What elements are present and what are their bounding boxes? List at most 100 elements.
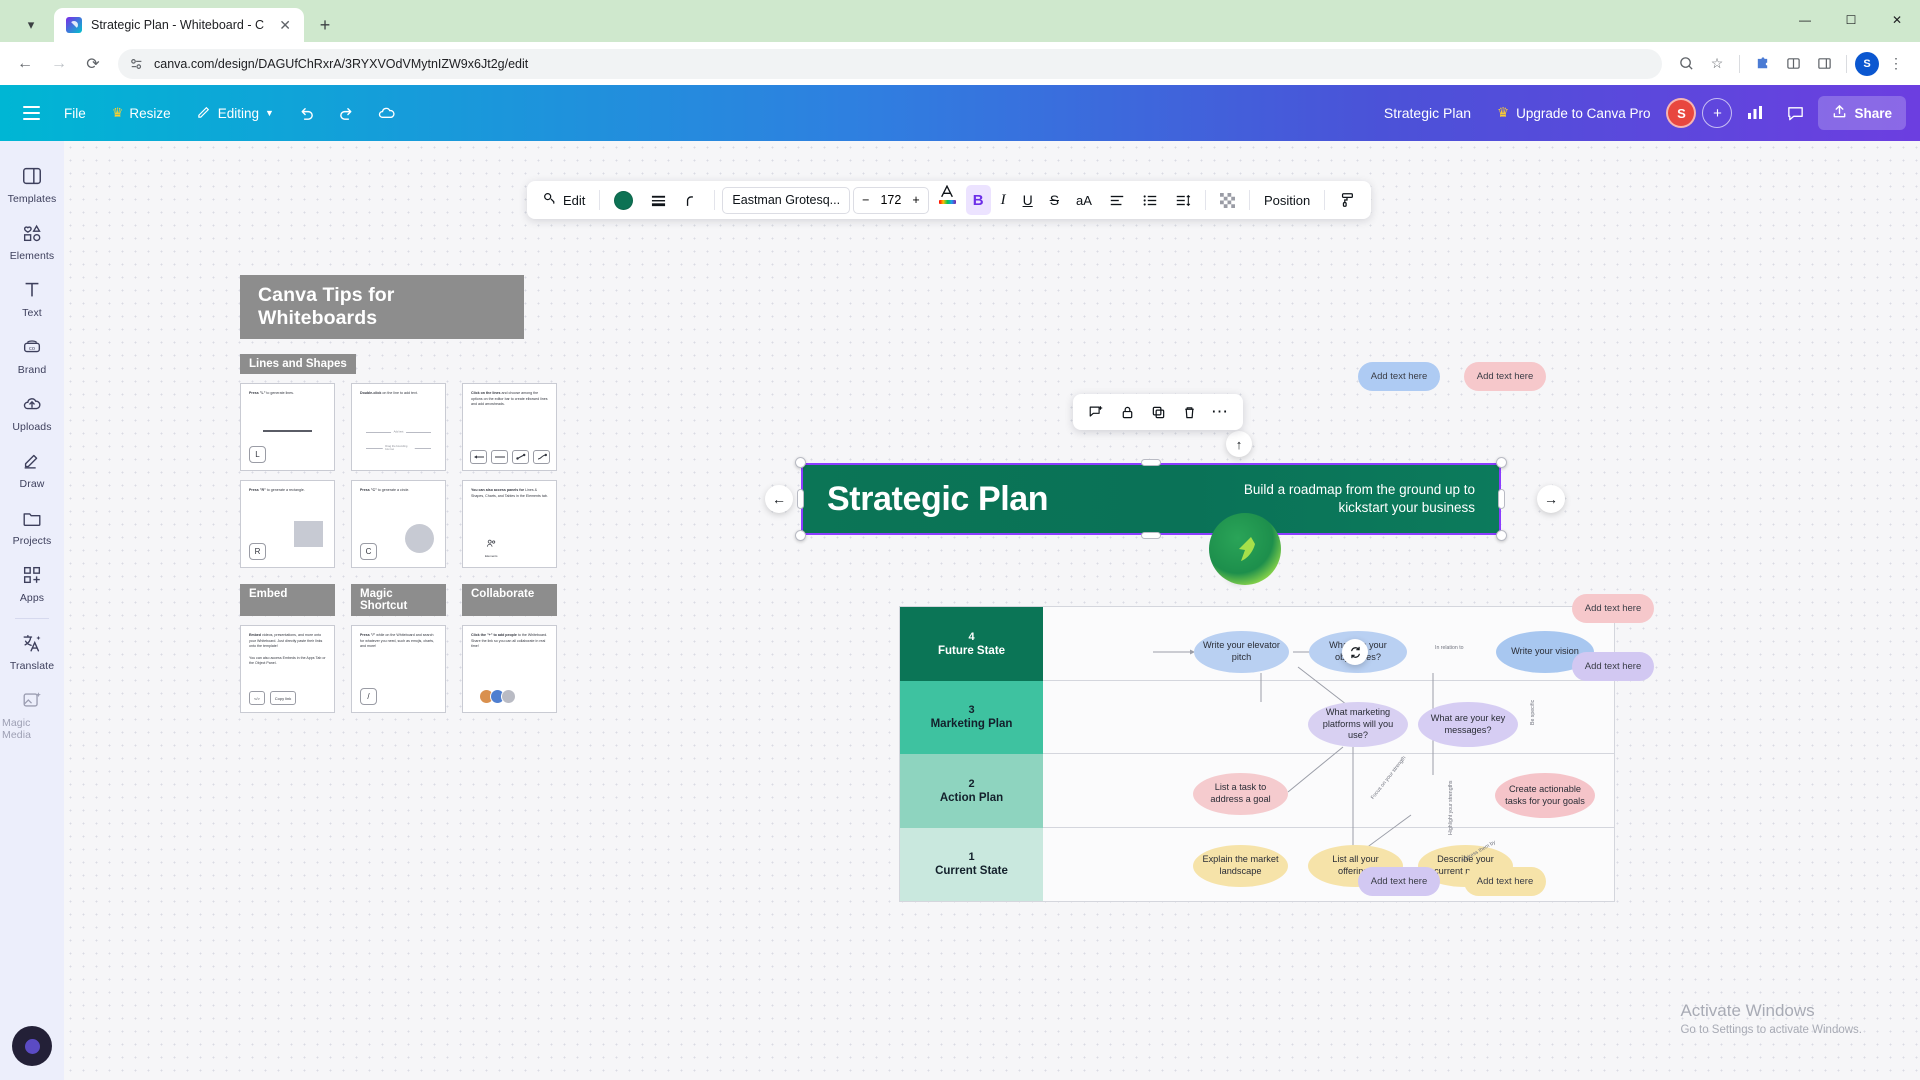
sticky-note[interactable]: Add text here bbox=[1464, 362, 1546, 391]
redo-icon[interactable] bbox=[330, 96, 364, 130]
upgrade-button[interactable]: ♛ Upgrade to Canva Pro bbox=[1487, 97, 1660, 129]
document-title[interactable]: Strategic Plan bbox=[1374, 105, 1481, 121]
diagram-node[interactable]: List a task to address a goal bbox=[1193, 773, 1288, 815]
sidebar-item-projects[interactable]: Projects bbox=[2, 497, 62, 554]
bookmark-star-icon[interactable]: ☆ bbox=[1703, 50, 1731, 78]
tip-card[interactable]: Click on the lines and choose among the … bbox=[462, 383, 557, 471]
extension-puzzle-icon[interactable] bbox=[1748, 50, 1776, 78]
font-color-button[interactable] bbox=[932, 185, 963, 215]
diagram-node[interactable]: Create actionable tasks for your goals bbox=[1495, 773, 1595, 818]
tip-card[interactable]: Press "/" while on the Whiteboard and se… bbox=[351, 625, 446, 713]
embed-code-button[interactable]: </> bbox=[249, 691, 265, 705]
minimize-button[interactable]: — bbox=[1782, 4, 1828, 36]
list-button[interactable] bbox=[1135, 185, 1165, 215]
corner-radius-button[interactable] bbox=[677, 185, 707, 215]
resize-handle-top-left[interactable] bbox=[795, 457, 806, 468]
copy-link-button[interactable]: Copy link bbox=[269, 691, 297, 705]
resize-handle-right[interactable] bbox=[1498, 489, 1505, 509]
font-size-stepper[interactable]: − 172 + bbox=[853, 186, 929, 214]
canva-tips-frame[interactable]: Canva Tips for Whiteboards Lines and Sha… bbox=[240, 275, 580, 713]
curve-line-icon[interactable] bbox=[533, 450, 550, 464]
strikethrough-button[interactable]: S bbox=[1043, 185, 1066, 215]
sticky-note[interactable]: Add text here bbox=[1358, 867, 1440, 896]
arrow-line-icon[interactable] bbox=[470, 450, 487, 464]
rotate-handle-button[interactable] bbox=[1342, 639, 1368, 665]
chrome-menu-icon[interactable]: ⋮ bbox=[1882, 50, 1910, 78]
canvas[interactable]: Edit Eastman Grotesq... − 172 + B I U S … bbox=[64, 141, 1920, 1080]
tip-card[interactable]: You can also access panels for Lines & S… bbox=[462, 480, 557, 568]
editing-mode-button[interactable]: Editing ▼ bbox=[187, 97, 284, 129]
browser-tab[interactable]: Strategic Plan - Whiteboard - C ✕ bbox=[54, 8, 304, 42]
diagram-node[interactable]: Write your elevator pitch bbox=[1194, 631, 1289, 673]
user-avatar[interactable]: S bbox=[1666, 98, 1697, 128]
file-menu-button[interactable]: File bbox=[54, 97, 96, 129]
share-button[interactable]: Share bbox=[1818, 96, 1906, 130]
italic-button[interactable]: I bbox=[994, 185, 1013, 215]
resize-handle-left[interactable] bbox=[797, 489, 804, 509]
diagram-node[interactable]: Explain the market landscape bbox=[1193, 845, 1288, 887]
new-tab-button[interactable]: + bbox=[310, 10, 340, 40]
strategic-plan-matrix[interactable]: 4 Future State 3 Marketing Plan 2 Action… bbox=[899, 606, 1615, 902]
paint-roller-icon[interactable] bbox=[1332, 185, 1362, 215]
line-style-button[interactable] bbox=[643, 185, 674, 215]
edit-button[interactable]: Edit bbox=[536, 185, 592, 215]
more-options-icon[interactable]: ⋯ bbox=[1206, 398, 1234, 426]
sidebar-item-apps[interactable]: Apps bbox=[2, 554, 62, 611]
split-view-icon[interactable] bbox=[1810, 50, 1838, 78]
tip-card[interactable]: Press "C" to generate a circle. C bbox=[351, 480, 446, 568]
assistant-orb-button[interactable] bbox=[12, 1026, 52, 1066]
main-menu-button[interactable] bbox=[14, 96, 48, 130]
font-size-increase[interactable]: + bbox=[912, 193, 919, 207]
prev-page-button[interactable]: ← bbox=[765, 485, 793, 513]
zoom-icon[interactable] bbox=[1672, 50, 1700, 78]
sticky-note[interactable]: Add text here bbox=[1358, 362, 1440, 391]
sidebar-item-translate[interactable]: Translate bbox=[2, 622, 62, 679]
tip-card[interactable]: Embed videos, presentations, and more on… bbox=[240, 625, 335, 713]
sidebar-item-brand[interactable]: co Brand bbox=[2, 326, 62, 383]
plain-line-icon[interactable] bbox=[491, 450, 508, 464]
site-settings-icon[interactable] bbox=[130, 56, 145, 71]
dot-line-icon[interactable] bbox=[512, 450, 529, 464]
delete-icon[interactable] bbox=[1175, 398, 1203, 426]
url-input[interactable]: canva.com/design/DAGUfChRxrA/3RYXVOdVMyt… bbox=[118, 48, 1662, 79]
sidebar-item-templates[interactable]: Templates bbox=[2, 155, 62, 212]
sticky-note[interactable]: Add text here bbox=[1464, 867, 1546, 896]
profile-avatar[interactable]: S bbox=[1855, 51, 1879, 76]
diagram-node[interactable]: What are your key messages? bbox=[1418, 702, 1518, 747]
reload-icon[interactable]: ⟳ bbox=[78, 49, 108, 79]
sticky-note[interactable]: Add text here bbox=[1572, 594, 1654, 623]
sticky-note[interactable]: Add text here bbox=[1572, 652, 1654, 681]
next-page-button[interactable]: → bbox=[1537, 485, 1565, 513]
fill-color-button[interactable] bbox=[607, 185, 640, 215]
resize-handle-top[interactable] bbox=[1141, 459, 1161, 466]
resize-handle-bottom-right[interactable] bbox=[1496, 530, 1507, 541]
close-icon[interactable]: ✕ bbox=[276, 16, 294, 34]
sidebar-item-text[interactable]: Text bbox=[2, 269, 62, 326]
window-close-button[interactable]: ✕ bbox=[1874, 4, 1920, 36]
comment-add-icon[interactable] bbox=[1082, 398, 1110, 426]
tip-card[interactable]: Double-click on the line to add text. Ad… bbox=[351, 383, 446, 471]
undo-icon[interactable] bbox=[290, 96, 324, 130]
sidebar-item-draw[interactable]: Draw bbox=[2, 440, 62, 497]
position-button[interactable]: Position bbox=[1257, 185, 1317, 215]
duplicate-icon[interactable] bbox=[1144, 398, 1172, 426]
resize-handle-top-right[interactable] bbox=[1496, 457, 1507, 468]
selected-banner-element[interactable]: Strategic Plan Build a roadmap from the … bbox=[795, 457, 1507, 541]
tip-card[interactable]: Press "L" to generate lines. L bbox=[240, 383, 335, 471]
resize-handle-bottom-left[interactable] bbox=[795, 530, 806, 541]
font-family-select[interactable]: Eastman Grotesq... bbox=[722, 186, 851, 214]
lock-icon[interactable] bbox=[1113, 398, 1141, 426]
sidebar-item-uploads[interactable]: Uploads bbox=[2, 383, 62, 440]
bold-button[interactable]: B bbox=[965, 185, 991, 215]
text-align-button[interactable] bbox=[1102, 185, 1132, 215]
forward-icon[interactable]: → bbox=[44, 49, 74, 79]
nudge-up-button[interactable]: ↑ bbox=[1226, 431, 1252, 457]
resize-handle-bottom[interactable] bbox=[1141, 532, 1161, 539]
sidebar-item-magic-media[interactable]: Magic Media bbox=[2, 679, 62, 748]
cloud-saved-icon[interactable] bbox=[370, 96, 404, 130]
insights-icon[interactable] bbox=[1738, 96, 1772, 130]
sidebar-item-elements[interactable]: Elements bbox=[2, 212, 62, 269]
font-size-decrease[interactable]: − bbox=[862, 193, 869, 207]
line-spacing-button[interactable] bbox=[1168, 185, 1198, 215]
underline-button[interactable]: U bbox=[1016, 185, 1040, 215]
